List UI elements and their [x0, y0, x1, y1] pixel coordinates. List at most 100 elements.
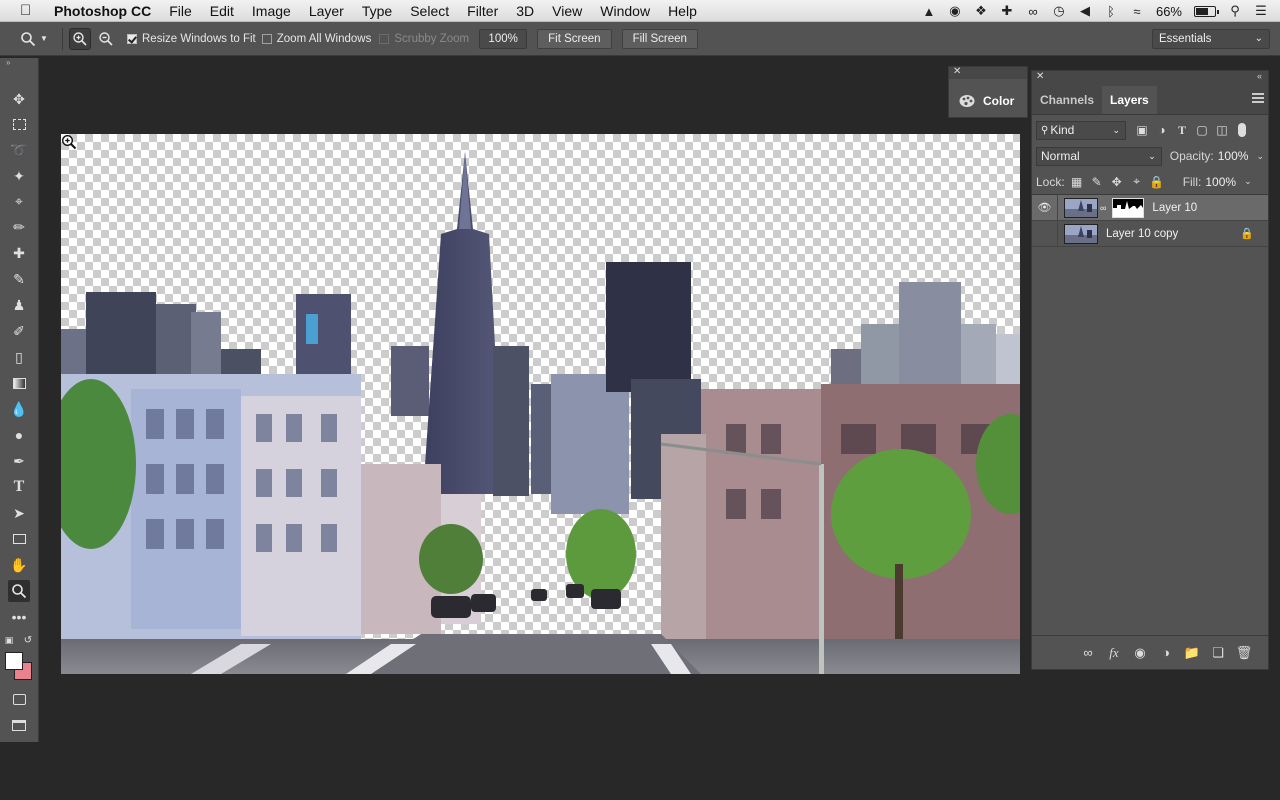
lasso-tool-icon[interactable]: ➰: [8, 139, 30, 161]
fill-screen-button[interactable]: Fill Screen: [621, 28, 698, 49]
adjustment-layer-icon[interactable]: ◑: [1156, 643, 1176, 663]
trash-icon[interactable]: 🗑: [1234, 643, 1254, 663]
hand-tool-icon[interactable]: ✋: [8, 554, 30, 576]
menu-select[interactable]: Select: [410, 3, 449, 19]
collapse-panel-icon[interactable]: «: [1257, 71, 1262, 81]
foreground-color-swatch[interactable]: [5, 652, 23, 670]
wifi-icon[interactable]: ≈: [1130, 4, 1144, 19]
visibility-toggle-empty[interactable]: [1032, 220, 1058, 247]
history-brush-tool-icon[interactable]: ✐: [8, 320, 30, 342]
type-tool-icon[interactable]: T: [8, 476, 30, 498]
pen-tool-icon[interactable]: ✒: [8, 450, 30, 472]
color-panel-button[interactable]: Color: [949, 79, 1027, 108]
collapse-toolbar-icon[interactable]: »: [0, 58, 38, 68]
menu-app[interactable]: Photoshop CC: [54, 3, 151, 19]
filter-smart-object-icon[interactable]: ◫: [1212, 120, 1232, 140]
layer-name[interactable]: Layer 10 copy: [1106, 228, 1178, 240]
zoom-all-checkbox[interactable]: [261, 33, 272, 44]
rectangle-tool-icon[interactable]: [8, 528, 30, 550]
menu-type[interactable]: Type: [362, 3, 392, 19]
close-icon[interactable]: ✕: [1036, 71, 1044, 82]
layer-name[interactable]: Layer 10: [1152, 202, 1197, 214]
user-icon[interactable]: ▲: [922, 4, 936, 19]
notification-center-icon[interactable]: ☰: [1254, 3, 1268, 18]
creative-cloud-icon[interactable]: ∞: [1026, 4, 1040, 19]
quick-mask-icon[interactable]: [8, 688, 30, 710]
resize-windows-checkbox[interactable]: [127, 33, 137, 44]
lock-position-icon[interactable]: ✥: [1107, 172, 1127, 192]
tab-layers[interactable]: Layers: [1102, 86, 1157, 114]
fit-screen-button[interactable]: Fit Screen: [537, 28, 612, 49]
filter-adjustment-icon[interactable]: ◑: [1152, 120, 1172, 140]
eraser-tool-icon[interactable]: ▯: [8, 346, 30, 368]
zoom-out-button[interactable]: [95, 28, 117, 50]
menu-help[interactable]: Help: [668, 3, 697, 19]
default-colors-icon[interactable]: ▣: [3, 634, 15, 646]
more-tools-icon[interactable]: •••: [8, 606, 30, 628]
opacity-value[interactable]: 100%: [1218, 149, 1249, 163]
healing-brush-tool-icon[interactable]: ✚: [8, 242, 30, 264]
marquee-tool-icon[interactable]: [8, 113, 30, 135]
apple-icon[interactable]: : [20, 2, 38, 19]
link-chain-icon[interactable]: ∞: [1100, 203, 1106, 213]
magic-wand-tool-icon[interactable]: ✦: [8, 165, 30, 187]
plus-app-icon[interactable]: ✚: [1000, 3, 1014, 18]
layer-row[interactable]: Layer 10 copy 🔒: [1032, 220, 1268, 247]
screen-mode-icon[interactable]: [8, 714, 30, 736]
lock-image-icon[interactable]: ✎: [1087, 172, 1107, 192]
tab-channels[interactable]: Channels: [1032, 86, 1102, 114]
brush-tool-icon[interactable]: ✎: [8, 268, 30, 290]
panel-menu-icon[interactable]: [1252, 93, 1264, 103]
filter-type-icon[interactable]: T: [1172, 120, 1192, 140]
menu-image[interactable]: Image: [252, 3, 291, 19]
layer-style-fx-icon[interactable]: fx: [1104, 643, 1124, 663]
close-icon[interactable]: ✕: [953, 66, 961, 77]
menu-layer[interactable]: Layer: [309, 3, 344, 19]
crop-tool-icon[interactable]: ⌖: [8, 190, 30, 212]
filter-toggle-icon[interactable]: [1232, 120, 1252, 140]
filter-kind-select[interactable]: ⚲ Kind ⌄: [1036, 120, 1126, 140]
new-layer-icon[interactable]: ❏: [1208, 643, 1228, 663]
clone-stamp-tool-icon[interactable]: ♟: [8, 294, 30, 316]
filter-pixel-icon[interactable]: ▣: [1132, 120, 1152, 140]
time-machine-icon[interactable]: ◷: [1052, 3, 1066, 18]
scrubby-zoom-checkbox[interactable]: [379, 33, 390, 44]
lock-all-icon[interactable]: 🔒: [1147, 172, 1167, 192]
move-tool-icon[interactable]: ✥: [8, 88, 30, 110]
chevron-down-icon[interactable]: ⌄: [1244, 176, 1252, 187]
chevron-down-icon[interactable]: ⌄: [1256, 151, 1264, 162]
filter-shape-icon[interactable]: ▢: [1192, 120, 1212, 140]
eyedropper-tool-icon[interactable]: ✏: [8, 216, 30, 238]
zoom-tool-icon[interactable]: [8, 580, 30, 602]
record-icon[interactable]: ◉: [948, 3, 962, 18]
menu-filter[interactable]: Filter: [467, 3, 498, 19]
new-group-folder-icon[interactable]: 📁: [1182, 643, 1202, 663]
add-mask-icon[interactable]: ◉: [1130, 643, 1150, 663]
lock-artboard-icon[interactable]: ⌖: [1127, 172, 1147, 192]
menu-view[interactable]: View: [552, 3, 582, 19]
spotlight-search-icon[interactable]: ⚲: [1228, 3, 1242, 18]
blur-tool-icon[interactable]: 💧: [8, 398, 30, 420]
dropbox-icon[interactable]: ❖: [974, 3, 988, 18]
bluetooth-icon[interactable]: ᛒ: [1104, 4, 1118, 19]
gradient-tool-icon[interactable]: [8, 372, 30, 394]
zoom-percent-field[interactable]: 100%: [479, 28, 528, 49]
menu-3d[interactable]: 3D: [516, 3, 534, 19]
blend-mode-select[interactable]: Normal ⌄: [1036, 146, 1162, 166]
layer-row[interactable]: 👁 ∞ Layer 10: [1032, 194, 1268, 221]
menu-edit[interactable]: Edit: [210, 3, 234, 19]
battery-icon[interactable]: [1194, 5, 1219, 17]
document-canvas[interactable]: [61, 134, 1020, 674]
menu-file[interactable]: File: [169, 3, 192, 19]
tool-preset-picker[interactable]: ▼: [20, 31, 56, 47]
lock-transparent-icon[interactable]: ▦: [1067, 172, 1087, 192]
swap-colors-icon[interactable]: ↺: [22, 634, 34, 646]
layer-mask-thumbnail[interactable]: [1112, 197, 1145, 218]
menu-window[interactable]: Window: [600, 3, 650, 19]
zoom-in-button[interactable]: [69, 27, 91, 50]
link-layers-icon[interactable]: ∞: [1078, 643, 1098, 663]
volume-icon[interactable]: ◀: [1078, 3, 1092, 18]
fill-value[interactable]: 100%: [1205, 175, 1236, 189]
visibility-eye-icon[interactable]: 👁: [1032, 194, 1058, 221]
workspace-switcher[interactable]: Essentials ⌄: [1152, 29, 1270, 49]
